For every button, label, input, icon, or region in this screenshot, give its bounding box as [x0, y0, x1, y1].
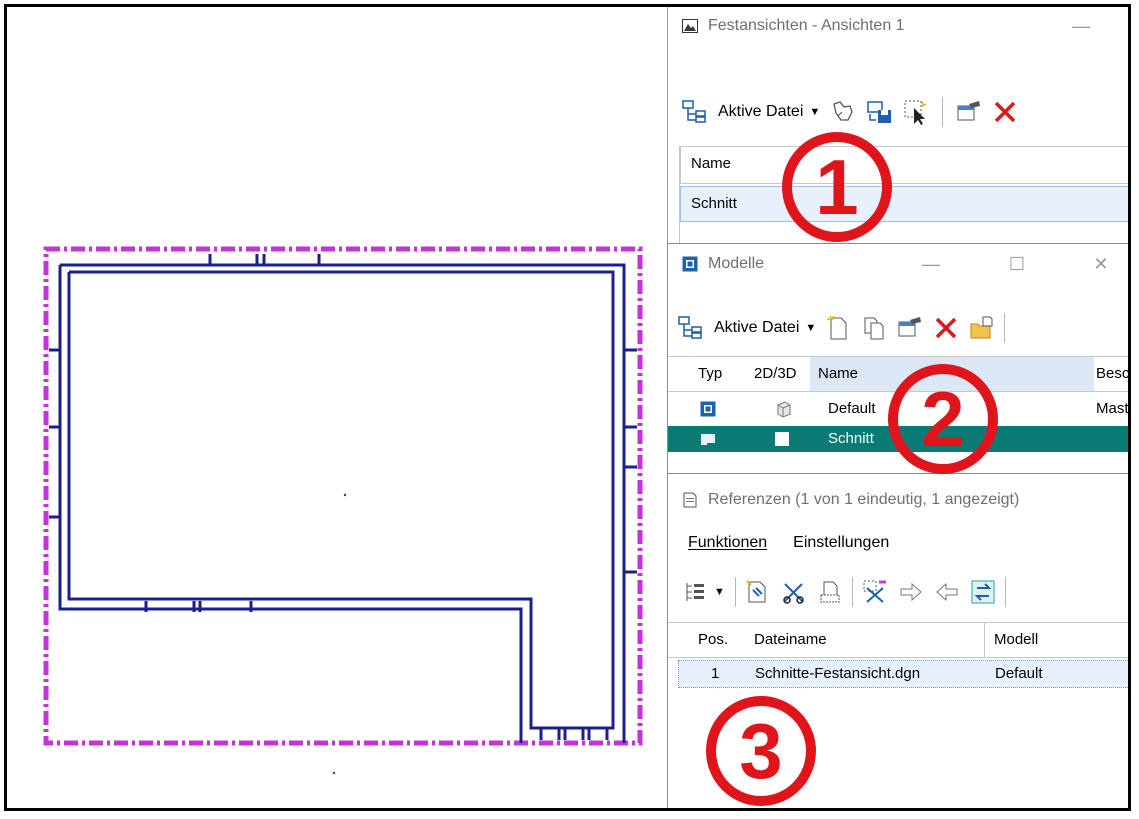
chevron-down-icon: ▼	[805, 322, 817, 334]
toolbar-separator	[942, 97, 944, 127]
festansichten-app-icon	[682, 19, 698, 33]
magenta-section-boundary	[43, 246, 643, 746]
referenzen-titlebar[interactable]: Referenzen (1 von 1 eindeutig, 1 angezei…	[668, 478, 1128, 522]
column-2d3d[interactable]: 2D/3D	[754, 365, 797, 382]
tree-view-icon[interactable]	[680, 98, 708, 126]
model-name: Default	[828, 400, 876, 417]
inner-wall	[67, 270, 615, 730]
active-file-dropdown[interactable]: Aktive Datei ▼	[714, 319, 816, 337]
select-element-icon[interactable]	[902, 98, 930, 126]
reference-dot	[332, 771, 336, 775]
festansichten-title: Festansichten - Ansichten 1	[708, 17, 905, 34]
reference-row[interactable]: 1 Schnitte-Festansicht.dgn Default	[678, 660, 1128, 688]
reference-model: Default	[995, 665, 1043, 682]
toolbar-separator	[1004, 577, 1006, 607]
menu-einstellungen[interactable]: Einstellungen	[793, 534, 889, 552]
properties-icon[interactable]	[955, 98, 983, 126]
2d-square-icon	[775, 432, 789, 446]
modelle-titlebar[interactable]: Modelle — ☐ ✕	[668, 244, 1128, 284]
model-type-icon	[700, 401, 716, 417]
festansichten-titlebar[interactable]: Festansichten - Ansichten 1 —	[668, 7, 1128, 46]
column-typ[interactable]: Typ	[698, 365, 722, 382]
minimize-button[interactable]: —	[1058, 7, 1104, 46]
marker-number: 2	[921, 375, 964, 463]
save-view-icon[interactable]	[866, 98, 894, 126]
import-folder-icon[interactable]	[968, 314, 996, 342]
reference-pos: 1	[711, 665, 720, 682]
column-modell[interactable]: Modell	[994, 631, 1038, 648]
move-reference-icon[interactable]	[897, 578, 925, 606]
column-pos[interactable]: Pos.	[698, 631, 728, 648]
reference-document-icon	[683, 492, 697, 508]
close-button[interactable]: ✕	[1078, 244, 1124, 284]
copy-model-icon[interactable]	[860, 314, 888, 342]
screenshot-frame: Festansichten - Ansichten 1 — Aktive Dat…	[4, 4, 1131, 811]
modelle-app-icon	[682, 256, 698, 272]
referenzen-table-header: Pos. Dateiname Modell	[668, 622, 1128, 658]
marker-number: 1	[815, 143, 858, 231]
hierarchy-list-icon[interactable]	[682, 578, 710, 606]
active-file-label: Aktive Datei	[718, 103, 804, 120]
chevron-down-icon[interactable]: ▼	[714, 586, 725, 598]
festansichten-toolbar: Aktive Datei ▼	[668, 90, 1128, 134]
view-name: Schnitt	[691, 195, 737, 212]
active-file-dropdown[interactable]: Aktive Datei ▼	[718, 103, 820, 121]
copy-reference-icon[interactable]	[933, 578, 961, 606]
annotation-marker-1: 1	[782, 132, 892, 242]
new-model-icon[interactable]	[824, 314, 852, 342]
active-file-label: Aktive Datei	[714, 319, 800, 336]
exchange-reference-icon[interactable]	[969, 578, 997, 606]
minimize-button[interactable]: —	[908, 244, 954, 284]
modelle-toolbar: Aktive Datei ▼	[668, 306, 1128, 350]
marker-number: 3	[739, 707, 782, 795]
annotation-marker-3: 3	[706, 696, 816, 806]
festansichten-window[interactable]: Festansichten - Ansichten 1 — Aktive Dat…	[667, 7, 1128, 276]
3d-cube-icon	[777, 401, 791, 418]
hand-pointer-icon[interactable]	[830, 98, 858, 126]
outer-wall-left	[58, 265, 523, 743]
delete-icon[interactable]	[932, 314, 960, 342]
modelle-title: Modelle	[708, 255, 765, 272]
referenzen-toolbar: ▼	[668, 570, 1128, 614]
column-description[interactable]: Besc	[1096, 365, 1128, 382]
tree-view-icon[interactable]	[676, 314, 704, 342]
chevron-down-icon: ▼	[809, 106, 821, 118]
toolbar-separator	[734, 577, 736, 607]
maximize-button[interactable]: ☐	[994, 244, 1040, 284]
model-description: Mast	[1096, 400, 1129, 417]
menu-funktionen[interactable]: Funktionen	[688, 534, 767, 552]
detach-reference-icon[interactable]	[780, 578, 808, 606]
origin-dot	[343, 493, 347, 497]
column-divider	[984, 623, 985, 657]
delete-icon[interactable]	[991, 98, 1019, 126]
reference-file: Schnitte-Festansicht.dgn	[755, 665, 921, 682]
properties-icon[interactable]	[896, 314, 924, 342]
outer-wall	[60, 263, 626, 743]
column-name[interactable]: Name	[691, 155, 731, 172]
attach-reference-icon[interactable]	[744, 578, 772, 606]
column-dateiname[interactable]: Dateiname	[754, 631, 827, 648]
toolbar-separator	[1004, 313, 1006, 343]
referenzen-menubar: Funktionen Einstellungen	[688, 534, 889, 552]
annotation-marker-2: 2	[888, 364, 998, 474]
referenzen-title: Referenzen (1 von 1 eindeutig, 1 angezei…	[708, 491, 1020, 508]
sheet-model-icon	[701, 434, 715, 445]
reload-reference-icon[interactable]	[816, 578, 844, 606]
toolbar-separator	[851, 577, 853, 607]
festansichten-table-header: Name	[680, 146, 1128, 184]
model-name: Schnitt	[828, 430, 874, 447]
festansichten-row[interactable]: Schnitt	[680, 186, 1128, 222]
clip-boundary-icon[interactable]	[861, 578, 889, 606]
